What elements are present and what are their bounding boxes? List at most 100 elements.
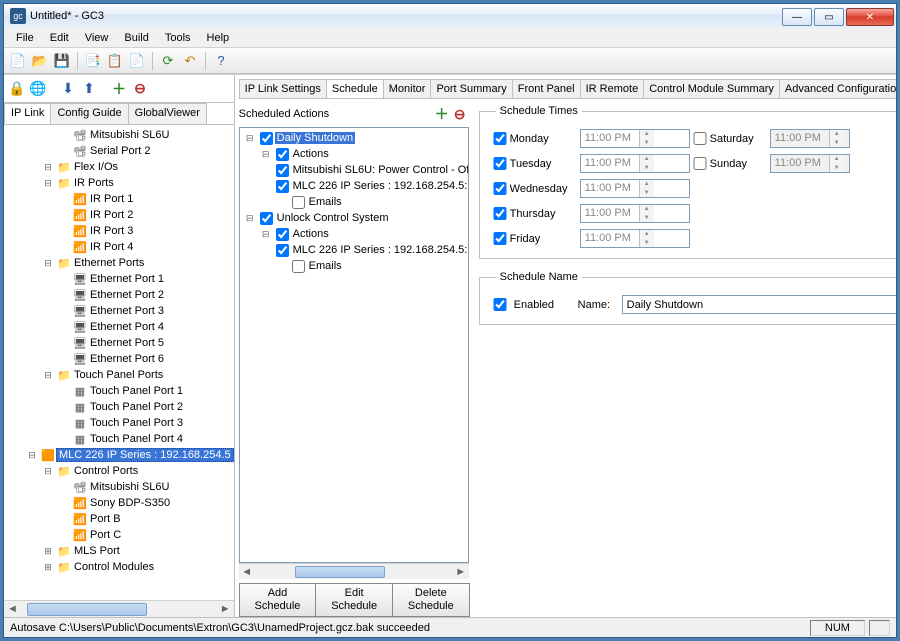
sched-tree-item[interactable]: ⊟Unlock Control System (240, 210, 468, 226)
sched-tree-item[interactable]: Emails (240, 258, 468, 274)
spin-down-icon[interactable]: ▼ (640, 164, 654, 173)
tree-item[interactable]: 📽Mitsubishi SL6U (4, 479, 234, 495)
tab-advanced-configuration[interactable]: Advanced Configuration (779, 79, 896, 98)
spin-up-icon[interactable]: ▲ (640, 130, 654, 139)
tab-front-panel[interactable]: Front Panel (512, 79, 581, 98)
tree-item[interactable]: ⊞📁MLS Port (4, 543, 234, 559)
menu-tools[interactable]: Tools (157, 30, 199, 46)
tree-item[interactable]: 🖥Ethernet Port 1 (4, 271, 234, 287)
add-icon[interactable]: ＋ (110, 80, 128, 98)
tree-item[interactable]: 📽Serial Port 2 (4, 143, 234, 159)
tree-item[interactable]: 📶IR Port 2 (4, 207, 234, 223)
scheduled-actions-tree[interactable]: ⊟Daily Shutdown ⊟Actions Mitsubishi SL6U: … (239, 127, 469, 563)
day-checkbox[interactable] (690, 157, 710, 170)
tree-toggle-icon[interactable]: ⊟ (258, 149, 274, 160)
sched-tree-item[interactable]: ⊟Actions (240, 226, 468, 242)
minimize-button[interactable]: — (782, 8, 812, 26)
time-spinner[interactable]: 11:00 PM▲▼ (580, 204, 690, 223)
tab-monitor[interactable]: Monitor (383, 79, 432, 98)
remove-schedule-icon[interactable]: ⊖ (451, 105, 469, 123)
tree-item[interactable]: ▦Touch Panel Port 3 (4, 415, 234, 431)
copy-special-icon[interactable]: 📑 (83, 51, 103, 71)
tab-schedule[interactable]: Schedule (326, 79, 384, 98)
tree-toggle-icon[interactable]: ⊟ (242, 133, 258, 144)
tree-item[interactable]: 📽Mitsubishi SL6U (4, 127, 234, 143)
time-spinner[interactable]: 11:00 PM▲▼ (770, 129, 850, 148)
menu-build[interactable]: Build (116, 30, 156, 46)
sched-item-checkbox[interactable] (276, 244, 289, 257)
enabled-checkbox[interactable] (490, 298, 510, 311)
tree-toggle-icon[interactable]: ⊞ (40, 562, 56, 573)
tree-toggle-icon[interactable]: ⊟ (242, 213, 258, 224)
tree-item[interactable]: 📶Port B (4, 511, 234, 527)
sched-tree-item[interactable]: Mitsubishi SL6U: Power Control - Off (240, 162, 468, 178)
tree-item[interactable]: 📶Port C (4, 527, 234, 543)
globe-delete-icon[interactable]: 🌐 (29, 80, 47, 98)
sched-item-checkbox[interactable] (292, 260, 305, 273)
tree-toggle-icon[interactable]: ⊟ (40, 466, 56, 477)
day-checkbox[interactable] (490, 207, 510, 220)
time-spinner[interactable]: 11:00 PM▲▼ (770, 154, 850, 173)
tab-ir-remote[interactable]: IR Remote (580, 79, 645, 98)
time-spinner[interactable]: 11:00 PM▲▼ (580, 154, 690, 173)
sched-tree-item[interactable]: Emails (240, 194, 468, 210)
tree-toggle-icon[interactable]: ⊟ (40, 162, 56, 173)
spin-down-icon[interactable]: ▼ (830, 139, 844, 148)
lock-icon[interactable]: 🔒 (8, 80, 26, 98)
tree-item[interactable]: 🖥Ethernet Port 2 (4, 287, 234, 303)
spin-down-icon[interactable]: ▼ (640, 239, 654, 248)
sched-item-checkbox[interactable] (276, 180, 289, 193)
refresh-icon[interactable]: ⟳ (158, 51, 178, 71)
tab-ip-link-settings[interactable]: IP Link Settings (239, 79, 327, 98)
tree-item[interactable]: ⊟🟧MLC 226 IP Series : 192.168.254.5 (4, 447, 234, 463)
schedule-name-input[interactable] (622, 295, 896, 314)
sched-tree-item[interactable]: ⊟Daily Shutdown (240, 130, 468, 146)
delete-schedule-button[interactable]: DeleteSchedule (392, 583, 470, 617)
add-schedule-button[interactable]: AddSchedule (239, 583, 317, 617)
spin-down-icon[interactable]: ▼ (640, 214, 654, 223)
tab-port-summary[interactable]: Port Summary (430, 79, 512, 98)
tree-item[interactable]: ⊟📁Control Ports (4, 463, 234, 479)
device-tree[interactable]: 📽Mitsubishi SL6U📽Serial Port 2⊟📁Flex I/O… (4, 125, 234, 600)
spin-up-icon[interactable]: ▲ (640, 230, 654, 239)
tree-toggle-icon[interactable]: ⊟ (40, 370, 56, 381)
sched-tree-item[interactable]: MLC 226 IP Series : 192.168.254.5: Lock (240, 178, 468, 194)
sched-item-checkbox[interactable] (260, 132, 273, 145)
tree-item[interactable]: 🖥Ethernet Port 3 (4, 303, 234, 319)
tree-item[interactable]: 📶IR Port 4 (4, 239, 234, 255)
spin-up-icon[interactable]: ▲ (640, 180, 654, 189)
tab-globalviewer[interactable]: GlobalViewer (128, 103, 207, 124)
menu-file[interactable]: File (8, 30, 42, 46)
tree-toggle-icon[interactable]: ⊞ (40, 546, 56, 557)
new-icon[interactable]: 📄 (8, 51, 28, 71)
sched-h-scrollbar[interactable]: ◄► (239, 563, 469, 579)
sched-item-checkbox[interactable] (260, 212, 273, 225)
tab-control-module-summary[interactable]: Control Module Summary (643, 79, 780, 98)
close-button[interactable]: ✕ (846, 8, 894, 26)
tree-item[interactable]: 📶IR Port 1 (4, 191, 234, 207)
undo-icon[interactable]: ↶ (180, 51, 200, 71)
open-icon[interactable]: 📂 (30, 51, 50, 71)
spin-down-icon[interactable]: ▼ (640, 189, 654, 198)
tree-item[interactable]: ⊟📁Ethernet Ports (4, 255, 234, 271)
save-icon[interactable]: 💾 (52, 51, 72, 71)
tree-item[interactable]: ⊞📁Control Modules (4, 559, 234, 575)
spin-down-icon[interactable]: ▼ (830, 164, 844, 173)
copy-icon[interactable]: 📋 (105, 51, 125, 71)
tree-toggle-icon[interactable]: ⊟ (40, 258, 56, 269)
tree-item[interactable]: 📶IR Port 3 (4, 223, 234, 239)
down-arrow-icon[interactable]: ⬇ (59, 80, 77, 98)
tree-item[interactable]: ⊟📁Flex I/Os (4, 159, 234, 175)
up-arrow-icon[interactable]: ⬆ (80, 80, 98, 98)
remove-icon[interactable]: ⊖ (131, 80, 149, 98)
maximize-button[interactable]: ▭ (814, 8, 844, 26)
tree-item[interactable]: ▦Touch Panel Port 2 (4, 399, 234, 415)
help-icon[interactable]: ? (211, 51, 231, 71)
time-spinner[interactable]: 11:00 PM▲▼ (580, 229, 690, 248)
day-checkbox[interactable] (490, 132, 510, 145)
tab-config-guide[interactable]: Config Guide (50, 103, 128, 124)
add-schedule-icon[interactable]: ＋ (433, 105, 451, 123)
edit-schedule-button[interactable]: EditSchedule (315, 583, 393, 617)
menu-view[interactable]: View (77, 30, 117, 46)
day-checkbox[interactable] (490, 182, 510, 195)
